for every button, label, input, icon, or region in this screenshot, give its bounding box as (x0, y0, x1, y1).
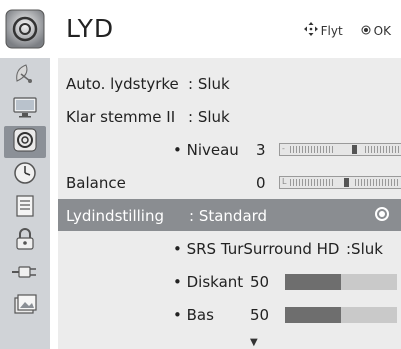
balance-slider-knob[interactable] (344, 178, 349, 187)
balance-value: 0 (256, 174, 266, 192)
speaker-sound-icon (12, 127, 38, 157)
bass-label: • Bas (173, 306, 214, 324)
menu-row-sound-mode[interactable]: Lydindstilling : Standard (58, 199, 401, 231)
sidebar-item-setup[interactable] (4, 60, 46, 92)
auto-volume-value: : Sluk (188, 75, 230, 93)
treble-label: • Diskant (173, 273, 244, 291)
move-hint-label: Flyt (320, 23, 343, 38)
input-plug-icon (11, 259, 39, 289)
page-title: LYD (66, 14, 115, 43)
sidebar-item-usb[interactable] (4, 291, 46, 323)
sound-mode-value: : Standard (189, 207, 268, 225)
ok-hint-label: OK (373, 23, 391, 38)
bass-slider[interactable] (285, 307, 397, 323)
level-value: 3 (256, 141, 266, 159)
menu-row-srs[interactable]: • SRS TurSurround HD :Sluk (58, 232, 401, 264)
monitor-picture-icon (12, 95, 38, 123)
clear-voice-value: : Sluk (188, 108, 230, 126)
level-slider[interactable]: - + (279, 143, 401, 156)
photo-usb-icon (12, 292, 38, 322)
sidebar-item-sound[interactable] (4, 126, 46, 158)
sidebar-item-input[interactable] (4, 258, 46, 290)
bass-value: 50 (250, 306, 270, 324)
menu-row-bass[interactable]: • Bas 50 (58, 298, 401, 330)
menu-row-auto-volume[interactable]: Auto. lydstyrke : Sluk (58, 67, 401, 99)
sidebar-item-option[interactable] (4, 192, 46, 224)
four-way-arrows-icon (303, 22, 318, 39)
sound-mode-label: Lydindstilling (66, 207, 164, 225)
auto-volume-label: Auto. lydstyrke (66, 75, 179, 93)
clock-time-icon (12, 160, 38, 190)
sidebar-item-time[interactable] (4, 159, 46, 191)
menu-row-level[interactable]: • Niveau 3 - + (58, 133, 401, 165)
level-slider-knob[interactable] (352, 145, 357, 154)
level-label: • Niveau (173, 141, 239, 159)
srs-label: • SRS TurSurround HD (173, 240, 340, 258)
options-list-icon (12, 193, 38, 223)
clear-voice-label: Klar stemme II (66, 108, 176, 126)
menu-row-balance[interactable]: Balance 0 L R (58, 166, 401, 198)
padlock-icon (12, 226, 38, 256)
srs-value: :Sluk (346, 240, 383, 258)
category-sidebar (0, 58, 50, 349)
balance-left-label: L (282, 177, 287, 186)
sound-settings-panel: Auto. lydstyrke : Sluk Klar stemme II : … (58, 58, 401, 349)
treble-value: 50 (250, 273, 270, 291)
treble-slider[interactable] (285, 274, 397, 290)
level-min-label: - (282, 144, 285, 153)
menu-header: LYD Flyt OK (0, 0, 401, 58)
balance-slider[interactable]: L R (279, 176, 401, 189)
balance-label: Balance (66, 174, 126, 192)
satellite-dish-icon (12, 61, 38, 91)
ok-button-icon (361, 24, 371, 38)
selected-radio-icon (375, 207, 389, 221)
treble-slider-fill (285, 274, 341, 290)
menu-row-treble[interactable]: • Diskant 50 (58, 265, 401, 297)
sidebar-item-picture[interactable] (4, 93, 46, 125)
sound-speaker-icon (4, 8, 46, 50)
bass-slider-fill (285, 307, 341, 323)
sidebar-item-lock[interactable] (4, 225, 46, 257)
sound-menu-screen: LYD Flyt OK Auto. lydstyrke: Sluk Klar … (0, 0, 401, 349)
menu-row-clear-voice[interactable]: Klar stemme II : Sluk (58, 100, 401, 132)
scroll-down-icon[interactable]: ▼ (250, 337, 258, 348)
navigation-hints: Flyt OK (303, 22, 391, 39)
